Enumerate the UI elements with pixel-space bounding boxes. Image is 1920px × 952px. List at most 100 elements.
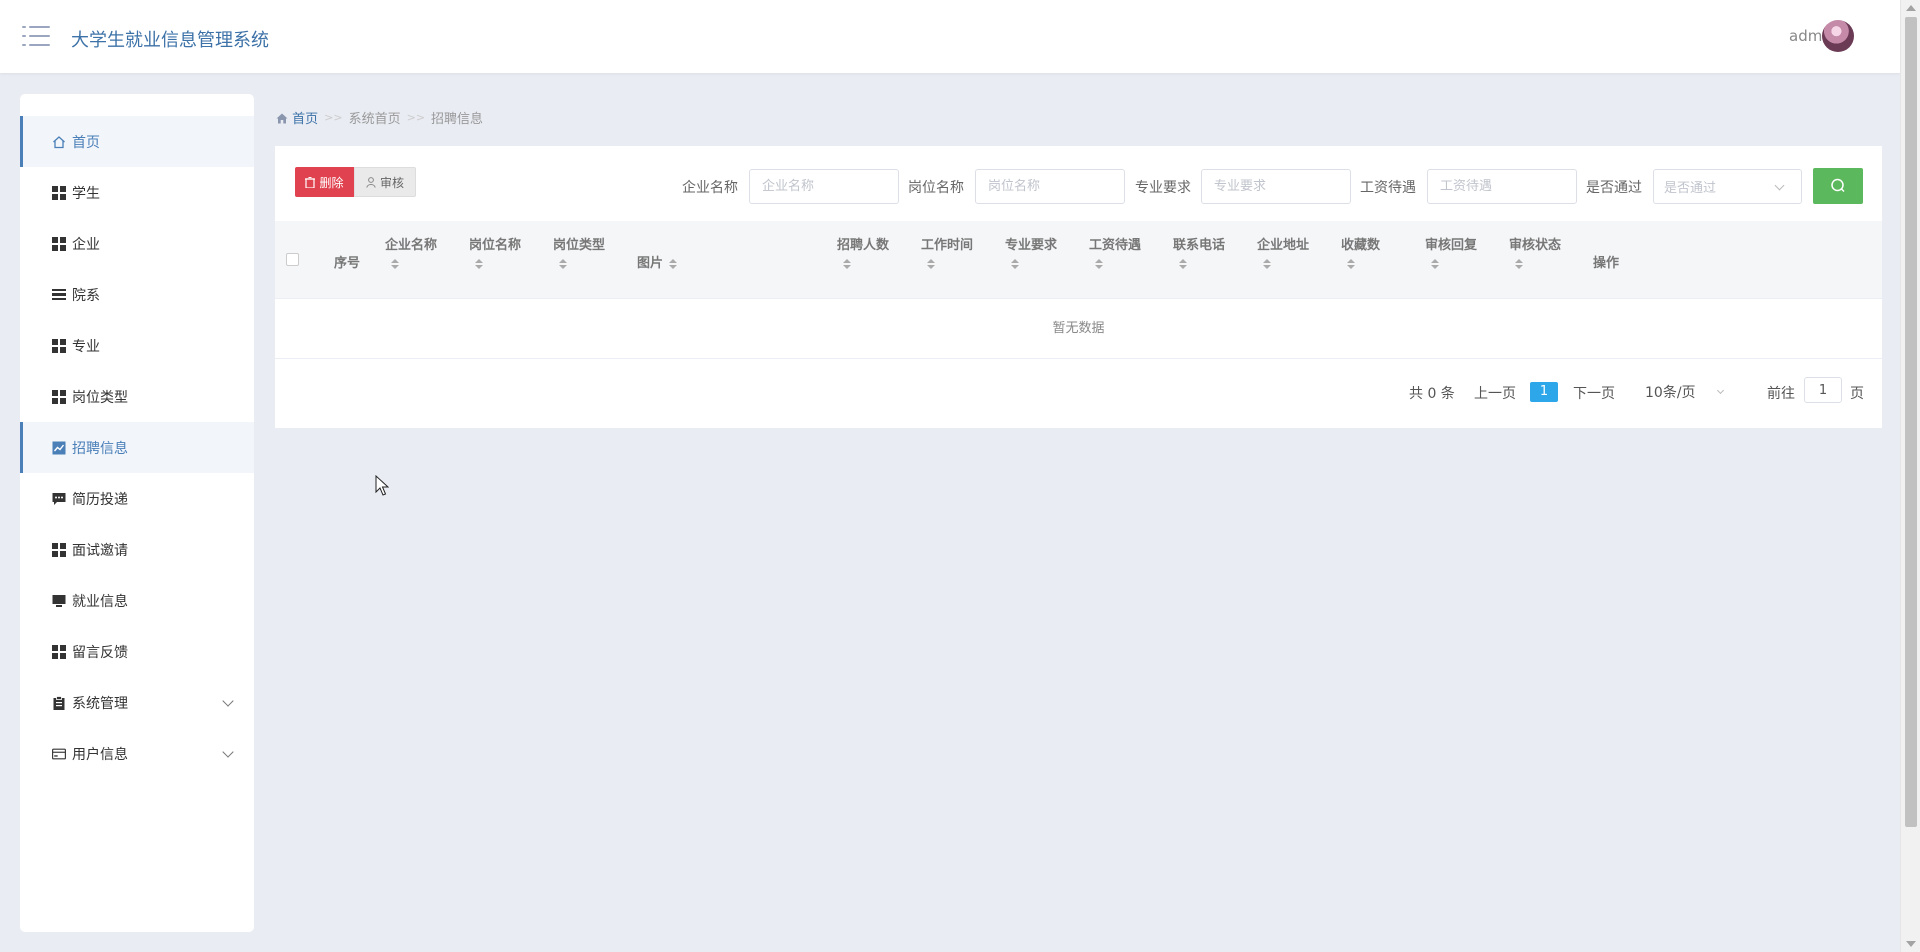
breadcrumb-system-home[interactable]: 系统首页	[349, 108, 401, 127]
goto-suffix: 页	[1850, 386, 1864, 402]
column-header[interactable]: 企业地址	[1257, 234, 1309, 269]
goto-page-input[interactable]	[1804, 377, 1842, 403]
column-header[interactable]: 联系电话	[1173, 234, 1225, 269]
sidebar-item-departments[interactable]: 院系	[20, 269, 254, 320]
sidebar-item-feedback[interactable]: 留言反馈	[20, 626, 254, 677]
sort-icon[interactable]	[391, 259, 399, 269]
column-header[interactable]: 岗位类型	[553, 234, 605, 269]
chevron-down-icon	[1716, 386, 1725, 395]
sort-icon[interactable]	[1011, 259, 1019, 269]
sort-icon[interactable]	[1431, 259, 1439, 269]
home-icon	[52, 135, 66, 149]
sidebar-item-majors[interactable]: 专业	[20, 320, 254, 371]
sidebar-item-label: 首页	[72, 134, 100, 151]
comment-icon	[52, 492, 66, 506]
sidebar-item-label: 留言反馈	[72, 644, 128, 661]
passed-filter-select[interactable]: 是否通过	[1653, 169, 1802, 204]
passed-filter-placeholder: 是否通过	[1664, 181, 1717, 196]
breadcrumb-home[interactable]: 首页	[276, 108, 318, 127]
major-filter-input[interactable]	[1201, 169, 1351, 204]
menu-toggle-icon[interactable]	[22, 25, 50, 47]
column-header-label: 企业地址	[1257, 238, 1310, 253]
scroll-down-arrow-icon[interactable]	[1906, 941, 1916, 947]
sidebar-item-label: 面试邀请	[72, 542, 128, 559]
column-header[interactable]: 收藏数	[1341, 234, 1380, 269]
breadcrumb-current: 招聘信息	[431, 112, 484, 127]
column-header[interactable]: 图片	[637, 252, 678, 271]
sort-icon[interactable]	[1095, 259, 1103, 269]
sidebar-item-user-info[interactable]: 用户信息	[20, 728, 254, 779]
pagination-current-page[interactable]: 1	[1530, 382, 1558, 402]
column-header-label: 岗位名称	[469, 238, 522, 253]
sidebar-item-recruitment[interactable]: 招聘信息	[20, 422, 254, 473]
grid-icon	[52, 389, 66, 404]
sort-icon[interactable]	[669, 258, 678, 269]
column-header-label: 图片	[637, 256, 664, 271]
sort-icon[interactable]	[1263, 259, 1271, 269]
column-header: 操作	[1593, 256, 1620, 271]
avatar[interactable]	[1822, 20, 1854, 52]
sidebar-item-position-types[interactable]: 岗位类型	[20, 371, 254, 422]
sidebar-item-employment[interactable]: 就业信息	[20, 575, 254, 626]
home-icon	[276, 113, 288, 124]
grid-icon	[52, 236, 66, 251]
sidebar-item-label: 系统管理	[72, 695, 128, 712]
sort-icon[interactable]	[1179, 259, 1187, 269]
sidebar-item-label: 招聘信息	[72, 440, 128, 457]
grid-icon	[52, 542, 66, 557]
sidebar-item-resume-delivery[interactable]: 简历投递	[20, 473, 254, 524]
column-header[interactable]: 审核状态	[1509, 234, 1561, 269]
column-header: 序号	[334, 256, 361, 271]
sidebar-item-label: 专业	[72, 338, 100, 355]
column-header[interactable]: 工资待遇	[1089, 234, 1141, 269]
delete-button[interactable]: 删除	[295, 167, 354, 197]
audit-button[interactable]: 审核	[354, 167, 416, 197]
sidebar-item-companies[interactable]: 企业	[20, 218, 254, 269]
page-size-select[interactable]: 10条/页	[1645, 377, 1735, 407]
column-header[interactable]: 审核回复	[1425, 234, 1477, 269]
mouse-cursor-icon	[375, 475, 389, 496]
company-filter-input[interactable]	[749, 169, 899, 204]
grid-icon	[52, 185, 66, 200]
scroll-thumb[interactable]	[1905, 17, 1917, 827]
scroll-up-arrow-icon[interactable]	[1906, 5, 1916, 11]
grid-icon	[52, 338, 66, 353]
column-header[interactable]: 企业名称	[385, 234, 437, 269]
sort-icon[interactable]	[843, 259, 851, 269]
column-header[interactable]: 专业要求	[1005, 234, 1057, 269]
sort-icon[interactable]	[1347, 259, 1355, 269]
sidebar-item-interviews[interactable]: 面试邀请	[20, 524, 254, 575]
select-all-checkbox[interactable]	[286, 253, 299, 266]
sort-icon[interactable]	[1515, 259, 1523, 269]
column-header-label: 招聘人数	[837, 238, 890, 253]
page-size-value: 10条/页	[1645, 385, 1696, 401]
page-scrollbar[interactable]	[1900, 0, 1920, 952]
chevron-down-icon	[222, 695, 234, 707]
column-header[interactable]: 岗位名称	[469, 234, 521, 269]
sort-icon[interactable]	[559, 259, 567, 269]
pagination-next[interactable]: 下一页	[1573, 383, 1615, 403]
position-filter-label: 岗位名称	[908, 180, 964, 196]
table-header: 序号 企业名称 岗位名称 岗位类型 图片 招聘人数 工作时间 专业要求 工资待遇…	[275, 221, 1882, 299]
sidebar-item-label: 就业信息	[72, 593, 128, 610]
position-filter-input[interactable]	[975, 169, 1125, 204]
sort-icon[interactable]	[475, 259, 483, 269]
search-button[interactable]	[1813, 168, 1863, 204]
sidebar-item-students[interactable]: 学生	[20, 167, 254, 218]
grid-icon	[52, 644, 66, 659]
major-filter-label: 专业要求	[1135, 180, 1191, 196]
delete-button-label: 删除	[319, 175, 344, 190]
sidebar-item-label: 院系	[72, 287, 100, 304]
pagination-prev[interactable]: 上一页	[1474, 383, 1516, 403]
breadcrumb: 首页 >> 系统首页 >> 招聘信息	[276, 108, 483, 127]
salary-filter-input[interactable]	[1427, 169, 1577, 204]
breadcrumb-separator: >>	[324, 111, 343, 124]
column-header-label: 工资待遇	[1089, 238, 1142, 253]
column-header-label: 岗位类型	[553, 238, 606, 253]
sidebar-item-home[interactable]: 首页	[20, 116, 254, 167]
column-header[interactable]: 工作时间	[921, 234, 973, 269]
column-header[interactable]: 招聘人数	[837, 234, 889, 269]
sort-icon[interactable]	[927, 259, 935, 269]
sidebar-item-system-management[interactable]: 系统管理	[20, 677, 254, 728]
empty-table-message: 暂无数据	[275, 299, 1882, 359]
